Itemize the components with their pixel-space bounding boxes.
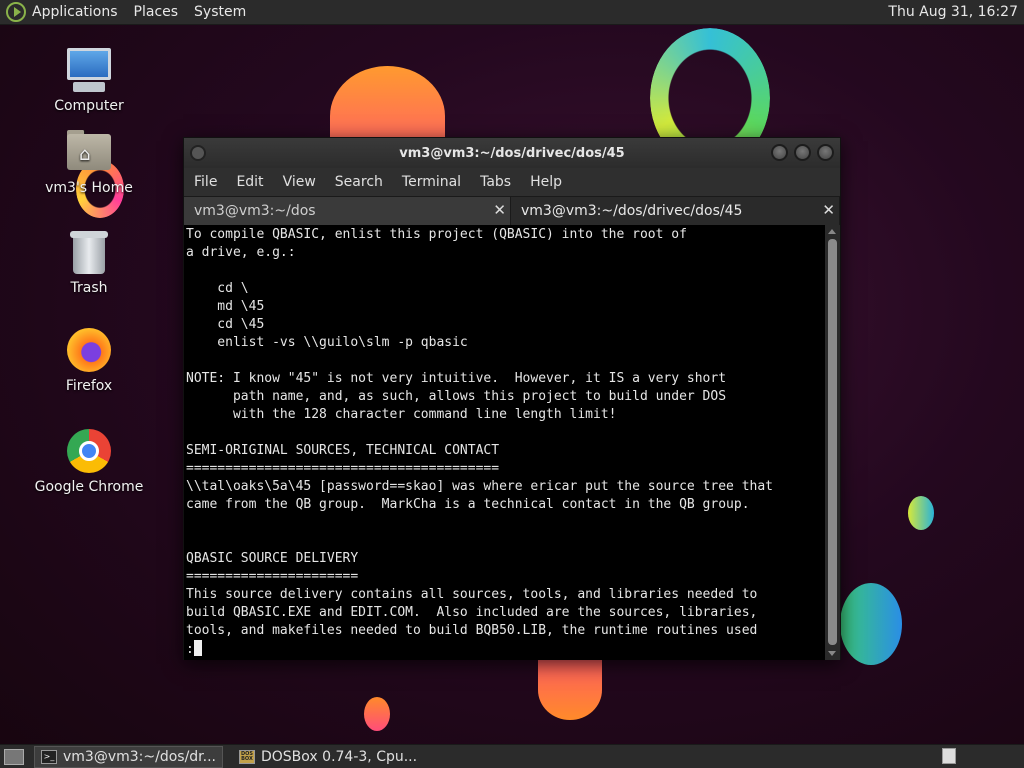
taskbar-item-dosbox[interactable]: DOS BOX DOSBox 0.74-3, Cpu... bbox=[233, 746, 423, 768]
menu-view[interactable]: View bbox=[283, 174, 316, 190]
terminal-line: cd \45 bbox=[186, 317, 265, 332]
terminal-icon: >_ bbox=[41, 749, 57, 764]
tab-close-icon[interactable]: ✕ bbox=[493, 201, 506, 219]
taskbar-item-terminal[interactable]: >_ vm3@vm3:~/dos/dr... bbox=[34, 745, 223, 768]
desktop-icon-label: vm3's Home bbox=[45, 180, 133, 196]
tab-close-icon[interactable]: ✕ bbox=[822, 201, 835, 219]
close-button[interactable] bbox=[817, 144, 834, 161]
taskbar-item-label: vm3@vm3:~/dos/dr... bbox=[63, 748, 216, 765]
menu-places[interactable]: Places bbox=[134, 4, 179, 20]
wallpaper-blue-blob bbox=[840, 583, 902, 665]
wallpaper-teal-blob bbox=[908, 496, 934, 530]
terminal-scrollbar[interactable] bbox=[825, 225, 840, 660]
menu-edit[interactable]: Edit bbox=[236, 174, 263, 190]
dosbox-icon: DOS BOX bbox=[239, 749, 255, 764]
computer-icon bbox=[65, 46, 113, 94]
show-desktop-icon[interactable] bbox=[4, 748, 24, 765]
wallpaper-pink-blob bbox=[538, 660, 602, 720]
terminal-line: ====================== bbox=[186, 569, 359, 584]
terminal-line: NOTE: I know "45" is not very intuitive.… bbox=[186, 371, 727, 386]
maximize-button[interactable] bbox=[794, 144, 811, 161]
menu-terminal[interactable]: Terminal bbox=[402, 174, 461, 190]
minimize-button[interactable] bbox=[771, 144, 788, 161]
terminal-tabbar: vm3@vm3:~/dos ✕ vm3@vm3:~/dos/drivec/dos… bbox=[184, 196, 840, 225]
clock[interactable]: Thu Aug 31, 16:27 bbox=[888, 4, 1018, 20]
menu-search[interactable]: Search bbox=[335, 174, 383, 190]
desktop-icon-label: Trash bbox=[70, 280, 108, 296]
window-titlebar[interactable]: vm3@vm3:~/dos/drivec/dos/45 bbox=[184, 138, 840, 168]
terminal-cursor bbox=[193, 640, 202, 656]
scrollbar-thumb[interactable] bbox=[828, 239, 837, 645]
desktop-icon-trash[interactable]: Trash bbox=[29, 228, 149, 296]
scroll-down-icon[interactable] bbox=[828, 651, 836, 656]
top-panel: Applications Places System Thu Aug 31, 1… bbox=[0, 0, 1024, 25]
home-folder-icon: ⌂ bbox=[65, 128, 113, 176]
terminal-line: md \45 bbox=[186, 299, 265, 314]
terminal-output[interactable]: To compile QBASIC, enlist this project (… bbox=[184, 225, 826, 660]
menu-applications[interactable]: Applications bbox=[32, 4, 118, 20]
terminal-line: QBASIC SOURCE DELIVERY bbox=[186, 551, 359, 566]
terminal-line: with the 128 character command line leng… bbox=[186, 407, 617, 422]
terminal-line: This source delivery contains all source… bbox=[186, 587, 758, 602]
desktop-icon-label: Google Chrome bbox=[34, 479, 144, 495]
terminal-prompt: : bbox=[186, 642, 194, 657]
terminal-line: path name, and, as such, allows this pro… bbox=[186, 389, 727, 404]
taskbar-item-label: DOSBox 0.74-3, Cpu... bbox=[261, 748, 418, 765]
desktop-icon-chrome[interactable]: Google Chrome bbox=[29, 427, 149, 495]
terminal-line: build QBASIC.EXE and EDIT.COM. Also incl… bbox=[186, 605, 758, 620]
menu-file[interactable]: File bbox=[194, 174, 217, 190]
terminal-line: To compile QBASIC, enlist this project (… bbox=[186, 227, 687, 242]
tab-dos[interactable]: vm3@vm3:~/dos ✕ bbox=[184, 197, 511, 225]
desktop-icon-label: Computer bbox=[54, 98, 124, 114]
tab-label: vm3@vm3:~/dos bbox=[194, 203, 316, 219]
desktop-icon-firefox[interactable]: Firefox bbox=[29, 326, 149, 394]
desktop-icon-computer[interactable]: Computer bbox=[29, 46, 149, 114]
chrome-icon bbox=[65, 427, 113, 475]
distro-logo-icon[interactable] bbox=[6, 2, 26, 22]
terminal-line: enlist -vs \\guilo\slm -p qbasic bbox=[186, 335, 468, 350]
terminal-line: cd \ bbox=[186, 281, 249, 296]
trash-icon bbox=[65, 228, 113, 276]
terminal-prompt-line: : bbox=[186, 640, 826, 658]
firefox-icon bbox=[65, 326, 113, 374]
terminal-window[interactable]: vm3@vm3:~/dos/drivec/dos/45 File Edit Vi… bbox=[183, 137, 841, 660]
tab-dos-45[interactable]: vm3@vm3:~/dos/drivec/dos/45 ✕ bbox=[511, 197, 840, 225]
terminal-line: a drive, e.g.: bbox=[186, 245, 296, 260]
bottom-panel: >_ vm3@vm3:~/dos/dr... DOS BOX DOSBox 0.… bbox=[0, 744, 1024, 768]
terminal-line: \\tal\oaks\5a\45 [password==skao] was wh… bbox=[186, 479, 773, 494]
wallpaper-small-blob bbox=[364, 697, 390, 731]
scroll-up-icon[interactable] bbox=[828, 229, 836, 234]
terminal-menubar: File Edit View Search Terminal Tabs Help bbox=[184, 168, 840, 196]
menu-help[interactable]: Help bbox=[530, 174, 562, 190]
terminal-line: ======================================== bbox=[186, 461, 500, 476]
terminal-line: SEMI-ORIGINAL SOURCES, TECHNICAL CONTACT bbox=[186, 443, 500, 458]
menu-system[interactable]: System bbox=[194, 4, 246, 20]
desktop-icon-home[interactable]: ⌂ vm3's Home bbox=[29, 128, 149, 196]
workspace-switcher[interactable] bbox=[942, 748, 956, 764]
window-menu-icon[interactable] bbox=[190, 145, 206, 161]
window-title: vm3@vm3:~/dos/drivec/dos/45 bbox=[399, 145, 625, 161]
terminal-line: tools, and makefiles needed to build BQB… bbox=[186, 623, 758, 638]
tab-label: vm3@vm3:~/dos/drivec/dos/45 bbox=[521, 203, 743, 219]
terminal-line: came from the QB group. MarkCha is a tec… bbox=[186, 497, 750, 512]
desktop-icon-label: Firefox bbox=[65, 378, 113, 394]
menu-tabs[interactable]: Tabs bbox=[480, 174, 511, 190]
